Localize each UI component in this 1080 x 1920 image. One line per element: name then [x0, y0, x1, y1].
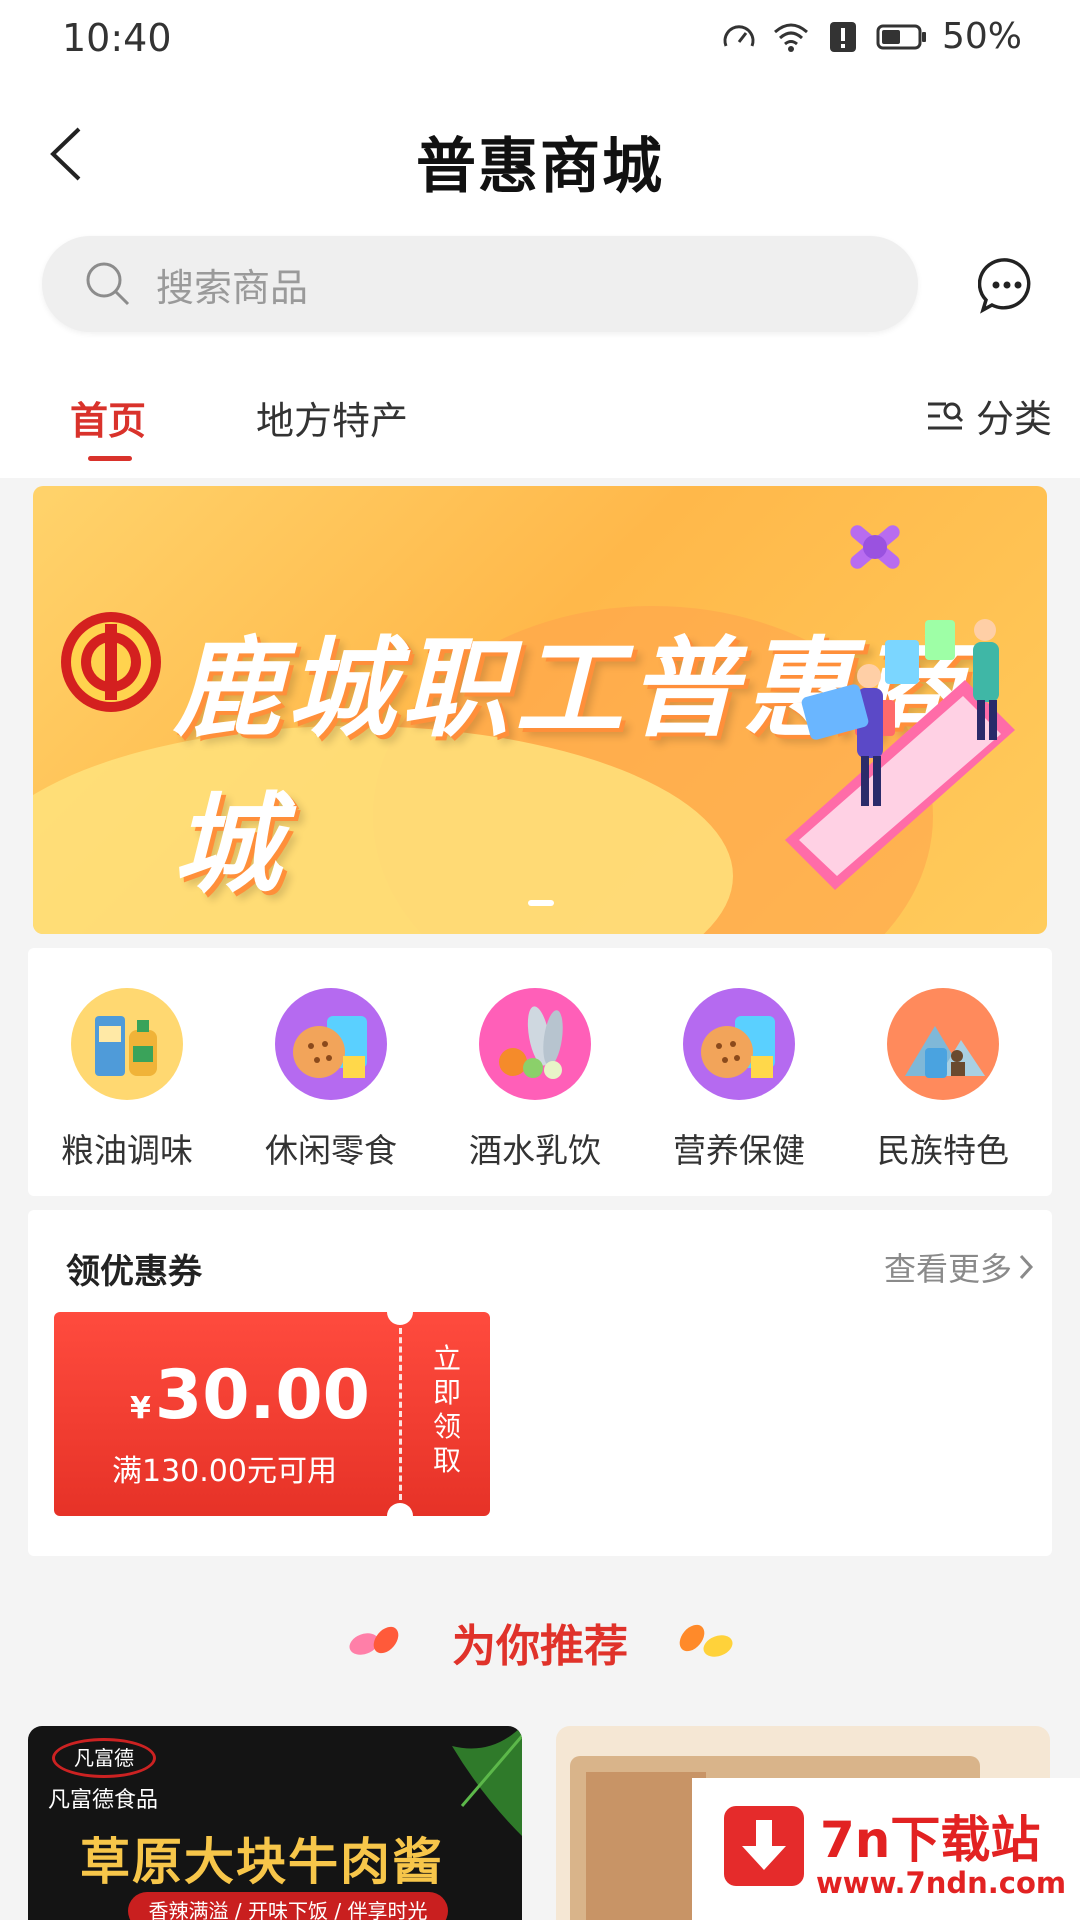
download-icon — [724, 1806, 804, 1886]
speed-icon — [723, 24, 755, 47]
coupon-card[interactable]: ¥30.00 满130.00元可用 立即领取 — [54, 1312, 490, 1516]
brand-logo: 凡富德 — [52, 1738, 156, 1778]
battery-icon — [876, 24, 926, 49]
coupon-currency: ¥ — [130, 1391, 151, 1426]
tab-local-specialty[interactable]: 地方特产 — [256, 390, 408, 445]
recommend-title: 为你推荐 — [452, 1621, 628, 1672]
union-logo-icon — [61, 612, 161, 712]
category-label: 民族特色 — [877, 1131, 1009, 1170]
watermark: 7n下载站 www.7ndn.com — [692, 1778, 1080, 1920]
promo-banner[interactable]: 鹿城职工普惠商城 — [33, 486, 1047, 934]
watermark-title: 7n下载站 — [820, 1811, 1041, 1869]
nutrition-icon — [683, 988, 795, 1100]
coupon-section: 领优惠券 查看更多 ¥30.00 满130.00元可用 立即领取 — [28, 1210, 1052, 1556]
coupon-amount: ¥30.00 — [130, 1356, 370, 1435]
chevron-right-icon — [1019, 1254, 1034, 1280]
product-image-label — [586, 1772, 706, 1920]
claim-coupon-button[interactable]: 立即领取 — [422, 1342, 472, 1478]
battery-level: 50% — [941, 16, 1022, 57]
category-grid: 粮油调味 休闲零食 酒水乳饮 营养保健 民族特色 — [28, 948, 1052, 1196]
banner-pagination-dot — [528, 900, 554, 906]
status-icons: 50% — [720, 16, 1022, 57]
search-icon — [86, 262, 130, 306]
page-title: 普惠商城 — [416, 132, 664, 202]
coupon-notch — [387, 1312, 413, 1325]
message-icon[interactable] — [978, 256, 1036, 314]
coupon-condition: 满130.00元可用 — [112, 1454, 337, 1489]
watermark-url: www.7ndn.com — [816, 1866, 1067, 1900]
category-item-grain-oil[interactable]: 粮油调味 — [32, 988, 222, 1172]
category-item-ethnic[interactable]: 民族特色 — [848, 988, 1038, 1172]
brand-name: 凡富德食品 — [48, 1788, 159, 1813]
petal-decoration-icon — [343, 1622, 407, 1662]
category-item-drinks[interactable]: 酒水乳饮 — [440, 988, 630, 1172]
tab-home[interactable]: 首页 — [70, 390, 146, 445]
coupon-value: 30.00 — [154, 1356, 370, 1435]
category-label: 休闲零食 — [265, 1131, 397, 1170]
category-label: 营养保健 — [673, 1131, 805, 1170]
grain-oil-icon — [71, 988, 183, 1100]
app-header: 普惠商城 — [0, 76, 1080, 226]
category-label: 酒水乳饮 — [469, 1131, 601, 1170]
petal-decoration-icon — [673, 1620, 737, 1662]
search-placeholder: 搜索商品 — [156, 265, 309, 310]
category-list-icon — [927, 402, 964, 429]
search-row: 搜索商品 — [0, 226, 1080, 352]
category-label: 粮油调味 — [61, 1131, 193, 1170]
category-button-label: 分类 — [975, 397, 1052, 441]
status-time: 10:40 — [62, 16, 172, 60]
category-item-snacks[interactable]: 休闲零食 — [236, 988, 426, 1172]
wifi-icon — [773, 23, 808, 52]
alert-icon — [829, 21, 856, 52]
product-tagline: 香辣满溢 / 开味下饭 / 伴享时光 — [128, 1892, 448, 1920]
status-bar: 10:40 50% — [0, 0, 1080, 76]
shopping-illustration-icon — [785, 525, 1015, 890]
tab-bar: 首页 地方特产 分类 — [0, 352, 1080, 478]
category-button[interactable]: 分类 — [926, 388, 1052, 443]
coupon-divider — [399, 1328, 402, 1500]
ethnic-icon — [887, 988, 999, 1100]
coupon-section-title: 领优惠券 — [66, 1252, 202, 1292]
page: 10:40 50% 普惠商城 搜索商品 首页 地方特产 分类 鹿城职工普惠商城 … — [0, 0, 1080, 1920]
snack-icon — [275, 988, 387, 1100]
coupon-notch — [387, 1503, 413, 1516]
search-input[interactable]: 搜索商品 — [42, 236, 918, 332]
view-more-link[interactable]: 查看更多 — [884, 1244, 1034, 1290]
product-card[interactable]: 凡富德 凡富德食品 草原大块牛肉酱 香辣满溢 / 开味下饭 / 伴享时光 — [28, 1726, 522, 1920]
tab-active-indicator — [88, 456, 132, 461]
product-title: 草原大块牛肉酱 — [80, 1833, 444, 1891]
recommend-header: 为你推荐 — [0, 1610, 1080, 1680]
category-item-nutrition[interactable]: 营养保健 — [644, 988, 834, 1172]
view-more-label: 查看更多 — [883, 1250, 1012, 1288]
drinks-icon — [479, 988, 591, 1100]
